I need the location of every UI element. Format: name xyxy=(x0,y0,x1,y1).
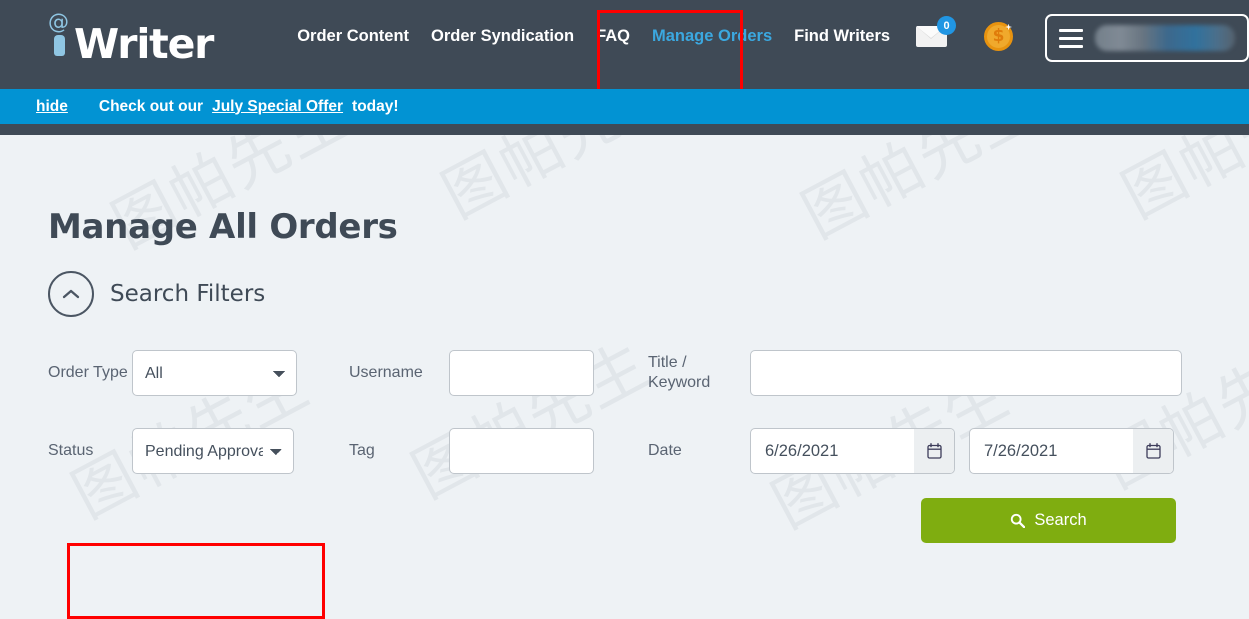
announcement-bar: hide Check out our July Special Offer to… xyxy=(0,89,1249,124)
at-symbol-icon: @ xyxy=(48,10,69,34)
main-content: Manage All Orders Search Filters Order T… xyxy=(0,135,1249,619)
announcement-text-after: today! xyxy=(352,97,399,115)
status-label: Status xyxy=(48,442,94,459)
order-type-select[interactable]: All xyxy=(132,350,297,396)
hamburger-menu-icon xyxy=(1059,28,1084,48)
calendar-icon xyxy=(926,443,942,459)
date-label: Date xyxy=(648,442,682,459)
account-name-redacted xyxy=(1095,25,1235,51)
username-input[interactable] xyxy=(449,350,594,396)
calendar-icon xyxy=(1145,443,1161,459)
search-filters-header: Search Filters xyxy=(48,271,1201,317)
date-to-calendar-button[interactable] xyxy=(1133,429,1173,473)
top-navigation-bar: @ Writer Order Content Order Syndication… xyxy=(0,0,1249,92)
nav-link-find-writers[interactable]: Find Writers xyxy=(794,27,890,46)
date-from-calendar-button[interactable] xyxy=(914,429,954,473)
nav-link-order-syndication[interactable]: Order Syndication xyxy=(431,27,574,46)
logo-wordmark: Writer xyxy=(74,20,214,68)
title-keyword-input[interactable] xyxy=(750,350,1182,396)
order-type-label: Order Type xyxy=(48,364,128,381)
july-special-offer-link[interactable]: July Special Offer xyxy=(212,98,343,116)
collapse-filters-button[interactable] xyxy=(48,271,94,317)
filter-row-1: Order Type All Username Title / Keyword xyxy=(48,341,1201,405)
header-bottom-strip xyxy=(0,124,1249,135)
date-to-field xyxy=(969,428,1174,474)
chevron-up-icon xyxy=(62,289,80,299)
credits-coin-icon[interactable]: $ xyxy=(984,21,1014,51)
title-keyword-label: Title / Keyword xyxy=(648,354,711,391)
status-select[interactable]: Pending Approval xyxy=(132,428,294,474)
logo-i-stem xyxy=(54,35,65,56)
nav-link-manage-orders[interactable]: Manage Orders xyxy=(652,27,772,46)
search-button-row: Search xyxy=(48,498,1201,543)
date-from-field xyxy=(750,428,955,474)
logo-i-glyph: @ xyxy=(48,10,74,58)
announcement-text-before: Check out our xyxy=(98,97,204,115)
annotation-box-status-filter xyxy=(67,543,325,619)
iwriter-logo[interactable]: @ Writer xyxy=(48,10,214,67)
search-icon xyxy=(1011,513,1026,528)
tag-input[interactable] xyxy=(449,428,594,474)
messages-count-badge: 0 xyxy=(937,16,957,35)
account-menu-button[interactable] xyxy=(1045,14,1249,62)
search-button[interactable]: Search xyxy=(921,498,1176,543)
tag-label: Tag xyxy=(349,442,375,459)
hide-announcement-link[interactable]: hide xyxy=(36,98,68,116)
main-nav: Order Content Order Syndication FAQ Mana… xyxy=(297,14,1014,58)
page-title: Manage All Orders xyxy=(48,207,398,247)
nav-link-faq[interactable]: FAQ xyxy=(596,27,630,46)
search-filters-form: Order Type All Username Title / Keyword … xyxy=(48,341,1201,543)
search-button-label: Search xyxy=(1034,511,1087,529)
username-label: Username xyxy=(349,364,423,381)
messages-button[interactable]: 0 xyxy=(916,16,957,51)
nav-link-order-content[interactable]: Order Content xyxy=(297,27,409,46)
filter-row-2: Status Pending Approval Tag Date xyxy=(48,419,1201,483)
search-filters-title: Search Filters xyxy=(110,281,266,307)
